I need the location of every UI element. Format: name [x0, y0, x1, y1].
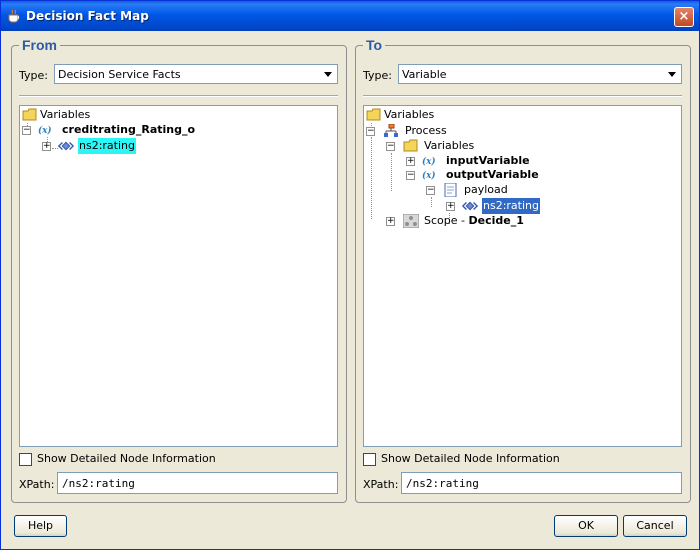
- from-xpath-label: XPath:: [19, 478, 55, 491]
- to-tree[interactable]: Variables − Process − Variables + (x) in…: [363, 105, 682, 447]
- checkbox-label: Show Detailed Node Information: [37, 452, 216, 465]
- collapse-toggle[interactable]: −: [406, 171, 415, 180]
- xml-element-icon: [58, 141, 74, 151]
- from-type-select[interactable]: Decision Service Facts: [54, 64, 338, 84]
- expand-toggle[interactable]: +: [386, 217, 395, 226]
- checkbox-label: Show Detailed Node Information: [381, 452, 560, 465]
- to-legend: To: [363, 37, 386, 53]
- tree-label: ns2:rating: [482, 198, 540, 214]
- tree-label: Variables: [384, 108, 435, 121]
- title-bar[interactable]: Decision Fact Map ×: [1, 1, 699, 31]
- to-type-select[interactable]: Variable: [398, 64, 682, 84]
- variable-x-icon: (x): [422, 156, 436, 167]
- from-legend: From: [19, 37, 60, 53]
- to-panel: To Type: Variable Variables − Process − …: [355, 37, 691, 503]
- from-tree[interactable]: Variables − (x) creditrating_Rating_o + …: [19, 105, 338, 447]
- svg-text:(x): (x): [422, 156, 436, 167]
- chevron-down-icon[interactable]: [664, 66, 680, 82]
- close-icon: ×: [678, 9, 690, 24]
- tree-label: Variables: [40, 108, 91, 121]
- folder-icon: [366, 108, 381, 121]
- to-xpath-label: XPath:: [363, 478, 399, 491]
- tree-label: Process: [405, 124, 447, 137]
- folder-icon: [403, 139, 418, 152]
- to-type-label: Type:: [363, 69, 392, 82]
- to-type-value: Variable: [402, 68, 447, 81]
- close-button[interactable]: ×: [674, 7, 694, 27]
- tree-label: outputVariable: [446, 168, 539, 181]
- ok-button[interactable]: OK: [554, 515, 618, 537]
- checkbox-box[interactable]: [19, 453, 32, 466]
- chevron-down-icon[interactable]: [320, 66, 336, 82]
- tree-label: payload: [464, 183, 508, 196]
- tree-connector: [371, 137, 372, 219]
- variable-x-icon: (x): [422, 170, 436, 181]
- help-button[interactable]: Help: [14, 515, 67, 537]
- from-separator: [19, 95, 338, 97]
- collapse-toggle[interactable]: −: [426, 186, 435, 195]
- collapse-toggle[interactable]: −: [366, 127, 375, 136]
- expand-toggle[interactable]: +: [42, 142, 51, 151]
- from-type-label: Type:: [19, 69, 48, 82]
- expand-toggle[interactable]: +: [406, 157, 415, 166]
- tree-label: creditrating_Rating_o: [62, 123, 196, 136]
- scope-icon: [403, 214, 419, 228]
- from-panel: From Type: Decision Service Facts Variab…: [11, 37, 347, 503]
- tree-label: ns2:rating: [78, 138, 136, 154]
- tree-label: Scope - Decide_1: [424, 213, 524, 229]
- svg-text:(x): (x): [38, 125, 52, 136]
- document-icon: [444, 183, 457, 197]
- to-separator: [363, 95, 682, 97]
- cancel-button[interactable]: Cancel: [623, 515, 687, 537]
- folder-icon: [22, 108, 37, 121]
- tree-connector: [391, 153, 392, 191]
- tree-connector: [431, 197, 432, 207]
- expand-toggle[interactable]: +: [446, 202, 455, 211]
- svg-text:(x): (x): [422, 170, 436, 181]
- variable-x-icon: (x): [38, 125, 52, 136]
- dialog-window: Decision Fact Map × From Type: Decision …: [0, 0, 700, 550]
- scope-prefix: Scope -: [424, 214, 469, 227]
- to-xpath-field[interactable]: /ns2:rating: [401, 472, 682, 494]
- collapse-toggle[interactable]: −: [22, 126, 31, 135]
- from-xpath-field[interactable]: /ns2:rating: [57, 472, 338, 494]
- window-title: Decision Fact Map: [26, 9, 149, 23]
- xml-element-icon: [462, 201, 478, 211]
- collapse-toggle[interactable]: −: [386, 142, 395, 151]
- process-icon: [384, 124, 398, 137]
- coffee-cup-icon: [8, 9, 20, 23]
- tree-label: Variables: [424, 139, 475, 152]
- from-type-value: Decision Service Facts: [58, 68, 181, 81]
- scope-name: Decide_1: [468, 214, 524, 227]
- checkbox-box[interactable]: [363, 453, 376, 466]
